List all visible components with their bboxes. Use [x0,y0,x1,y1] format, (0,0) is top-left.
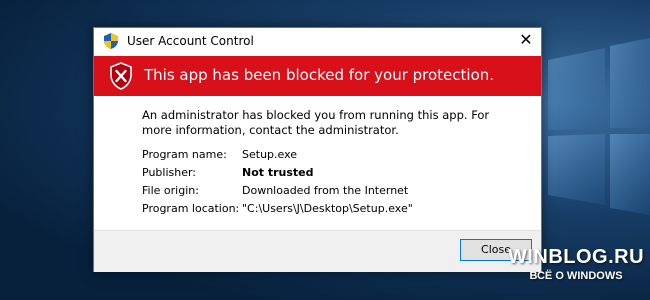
watermark: WINBLOG.RU ВСЁ О WINDOWS [505,246,647,298]
blocked-banner: This app has been blocked for your prote… [94,56,541,96]
detail-label: File origin: [142,184,199,197]
detail-label: Publisher: [142,166,197,179]
close-icon[interactable]: ✕ [514,30,538,52]
dialog-footer: Close [94,230,541,272]
window-title: User Account Control [127,34,254,48]
detail-value: Not trusted [242,166,314,179]
uac-shield-icon [104,33,118,49]
detail-label: Program name: [142,148,227,161]
uac-dialog: User Account Control ✕ This app has been… [93,27,542,272]
blocked-shield-icon [110,62,132,90]
detail-value: Setup.exe [242,148,298,161]
title-bar: User Account Control ✕ [94,28,541,54]
detail-value: Downloaded from the Internet [242,184,409,197]
watermark-line2: ВСЁ О WINDOWS [529,270,623,282]
admin-message: An administrator has blocked you from ru… [142,108,490,137]
detail-value: "C:\Users\J\Desktop\Setup.exe" [242,202,413,215]
watermark-line1: WINBLOG.RU [507,246,645,268]
banner-title: This app has been blocked for your prote… [144,66,495,84]
detail-label: Program location: [142,202,240,215]
